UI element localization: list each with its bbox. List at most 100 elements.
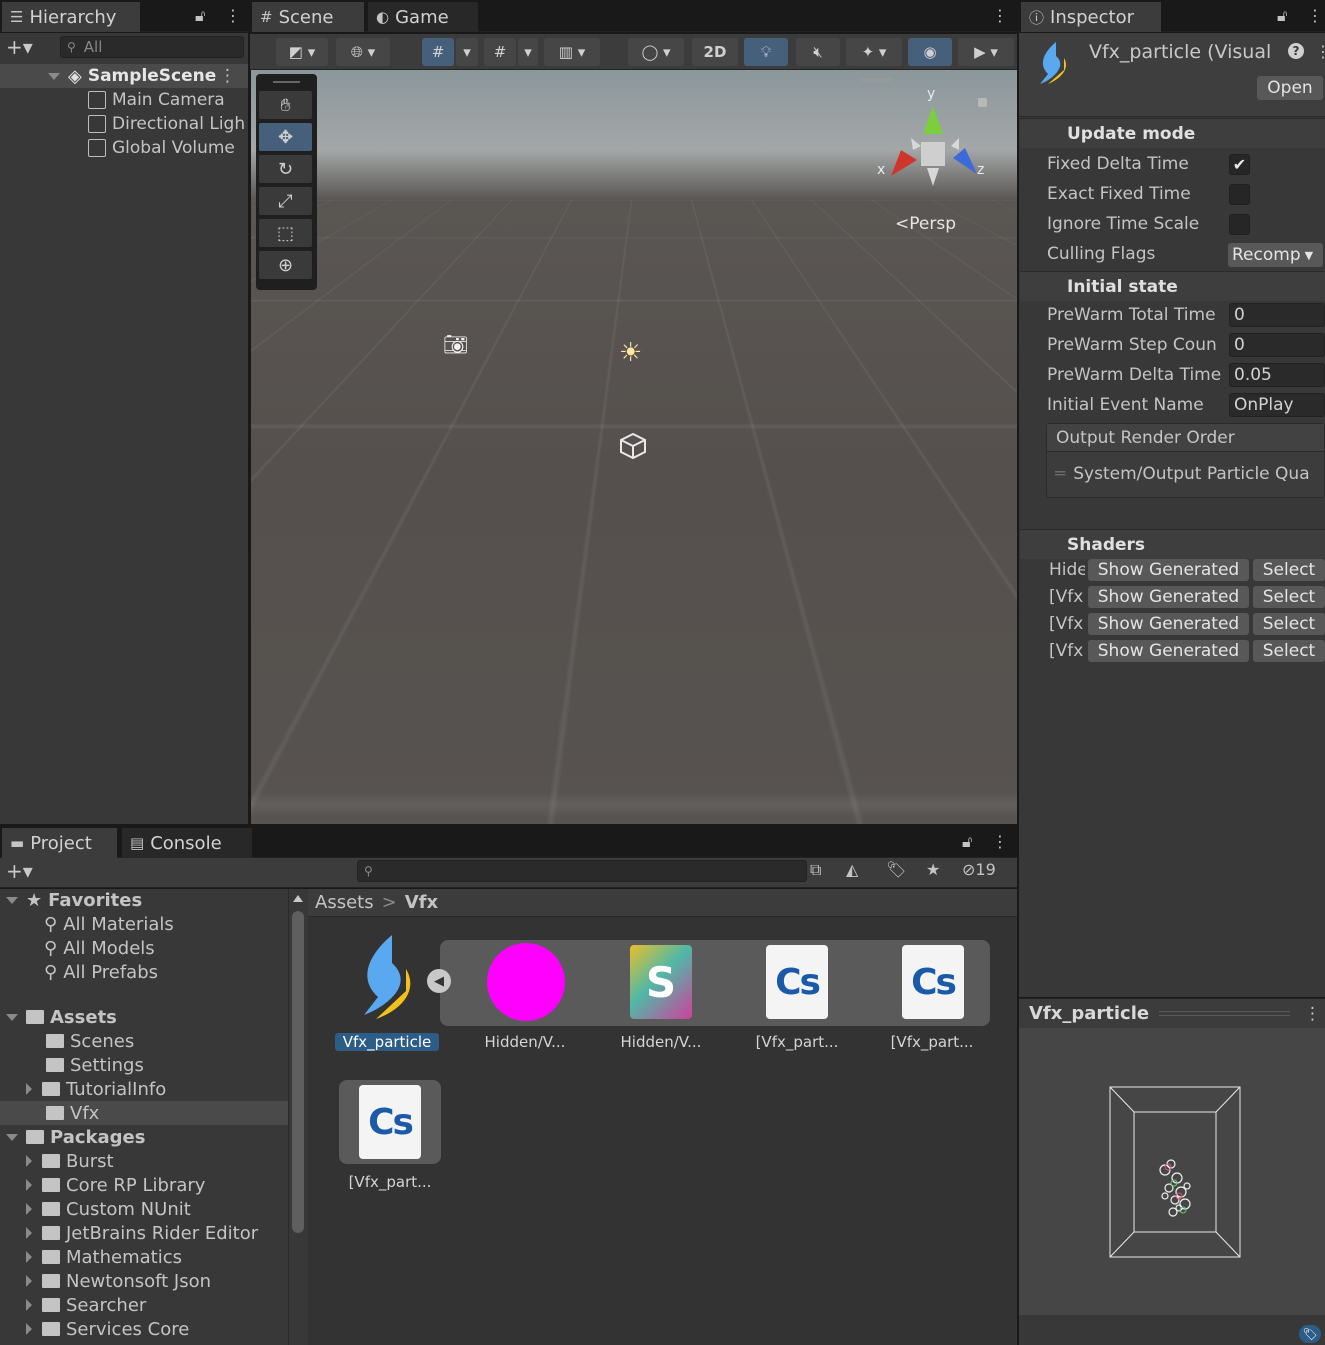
2d-toggle-button[interactable]: 2D	[692, 38, 738, 66]
drag-handle-icon[interactable]: ═	[1055, 464, 1065, 484]
vfx-preview-viewport[interactable]	[1019, 1028, 1325, 1315]
create-dropdown-button[interactable]: +▾	[6, 859, 33, 883]
snap-dropdown-icon[interactable]: ▾	[518, 38, 538, 66]
overlay-drag-handle[interactable]	[861, 78, 891, 82]
project-search-input[interactable]: ⚲	[357, 860, 807, 882]
scene-row[interactable]: ◈ SampleScene ⋮	[0, 64, 248, 88]
select-button[interactable]: Select	[1253, 586, 1325, 608]
ignore-time-scale-checkbox[interactable]	[1229, 214, 1250, 235]
more-menu-icon[interactable]: ⋮	[992, 832, 1008, 851]
package-services-core[interactable]: Services Core	[0, 1317, 288, 1341]
scroll-up-icon[interactable]	[293, 895, 303, 902]
packages-group[interactable]: Packages	[0, 1125, 288, 1149]
panel-splitter[interactable]	[248, 0, 250, 826]
material-preview-icon[interactable]	[487, 943, 565, 1021]
asset-label[interactable]: [Vfx_part...	[742, 1033, 852, 1051]
tab-inspector[interactable]: ⓘ Inspector	[1021, 2, 1161, 32]
section-update-mode[interactable]: Update mode	[1020, 118, 1325, 148]
visibility-toggle-icon[interactable]: ◉	[908, 38, 952, 66]
prewarm-total-time-field[interactable]: 0	[1229, 303, 1325, 327]
scene-menu-icon[interactable]: ⋮	[219, 66, 236, 86]
show-generated-button[interactable]: Show Generated	[1088, 640, 1249, 662]
tab-project[interactable]: ▬ Project	[2, 828, 117, 858]
tools-drag-handle[interactable]	[273, 81, 300, 91]
assets-group[interactable]: Assets	[0, 1005, 288, 1029]
package-newtonsoft-json[interactable]: Newtonsoft Json	[0, 1269, 288, 1293]
asset-label-selected[interactable]: Vfx_particle	[335, 1033, 439, 1051]
help-icon[interactable]: ?	[1288, 43, 1304, 59]
asset-label[interactable]: Hidden/V...	[470, 1033, 580, 1051]
fixed-delta-time-checkbox[interactable]: ✔	[1229, 154, 1250, 175]
hierarchy-item-main-camera[interactable]: Main Camera	[0, 88, 248, 112]
lock-icon[interactable]: 🔓︎	[1277, 6, 1287, 26]
panel-splitter[interactable]	[1017, 0, 1019, 1345]
orientation-gizmo[interactable]	[871, 86, 991, 206]
hidden-packages-toggle[interactable]: ⊘19	[962, 860, 996, 879]
effects-dropdown[interactable]: ✦ ▾	[846, 38, 902, 66]
culling-flags-dropdown[interactable]: Recomp ▼	[1228, 243, 1323, 267]
favorite-item-all-materials[interactable]: ⚲ All Materials	[0, 912, 288, 936]
section-initial-state[interactable]: Initial state	[1020, 271, 1325, 301]
tab-console[interactable]: ▤ Console	[122, 828, 252, 858]
package-custom-nunit[interactable]: Custom NUnit	[0, 1197, 288, 1221]
exact-fixed-time-checkbox[interactable]	[1229, 184, 1250, 205]
scale-tool-icon[interactable]: ⤢	[259, 187, 312, 215]
grid-snap-dropdown-icon[interactable]: ▾	[456, 38, 478, 66]
lock-icon[interactable]: 🔓︎	[962, 832, 972, 852]
tab-scene[interactable]: # Scene	[252, 2, 364, 32]
grid-snap-button[interactable]: #	[422, 38, 454, 66]
initial-event-name-field[interactable]: OnPlay	[1229, 393, 1325, 417]
filter-by-label-icon[interactable]: 🏷︎	[886, 860, 906, 879]
asset-label[interactable]: [Vfx_part...	[335, 1173, 445, 1191]
show-generated-button[interactable]: Show Generated	[1088, 586, 1249, 608]
transform-tool-icon[interactable]: ⊕	[259, 251, 312, 279]
output-render-order-item[interactable]: ═ System/Output Particle Qua	[1047, 452, 1324, 496]
tree-scrollbar[interactable]	[288, 889, 308, 1345]
hand-tool-icon[interactable]: ✋︎	[259, 91, 312, 119]
tab-hierarchy[interactable]: ☰ Hierarchy	[2, 2, 140, 32]
lock-icon[interactable]: 🔓︎	[195, 6, 205, 26]
breadcrumb-vfx[interactable]: Vfx	[405, 892, 438, 913]
show-generated-button[interactable]: Show Generated	[1088, 559, 1249, 581]
select-button[interactable]: Select	[1253, 640, 1325, 662]
shading-mode-dropdown[interactable]: ◯ ▾	[628, 38, 684, 66]
prewarm-delta-time-field[interactable]: 0.05	[1229, 363, 1325, 387]
favorite-item-all-models[interactable]: ⚲ All Models	[0, 936, 288, 960]
favorite-item-all-prefabs[interactable]: ⚲ All Prefabs	[0, 960, 288, 984]
csharp-script-icon[interactable]: Cs	[902, 945, 964, 1019]
global-volume-cube-icon[interactable]	[619, 432, 647, 460]
favorites-star-icon[interactable]: ★	[926, 860, 940, 879]
csharp-script-icon[interactable]: Cs	[766, 945, 828, 1019]
persp-label[interactable]: <Persp	[895, 214, 956, 234]
show-generated-button[interactable]: Show Generated	[1088, 613, 1249, 635]
camera-gizmo-icon[interactable]: 📷︎	[443, 332, 468, 356]
folder-tutorialinfo[interactable]: TutorialInfo	[0, 1077, 288, 1101]
csharp-script-icon[interactable]: Cs	[359, 1085, 421, 1159]
collapse-subassets-icon[interactable]: ◀	[427, 969, 451, 993]
asset-label[interactable]: [Vfx_part...	[877, 1033, 987, 1051]
audio-toggle-icon[interactable]: 🔇︎	[796, 38, 840, 66]
select-button[interactable]: Select	[1253, 559, 1325, 581]
folder-settings[interactable]: Settings	[0, 1053, 288, 1077]
global-orientation-dropdown[interactable]: 🌐︎ ▾	[336, 38, 390, 66]
move-tool-icon[interactable]: ✥	[259, 123, 312, 151]
add-dropdown-button[interactable]: +▾	[6, 35, 33, 59]
scene-viewport[interactable]: 📷︎ ☀ y x z <Persp	[251, 70, 1017, 824]
package-searcher[interactable]: Searcher	[0, 1293, 288, 1317]
open-button[interactable]: Open	[1257, 76, 1323, 100]
prewarm-step-count-field[interactable]: 0	[1229, 333, 1325, 357]
preview-menu-icon[interactable]: ⋮	[1304, 1004, 1321, 1024]
folder-vfx[interactable]: Vfx	[0, 1101, 288, 1125]
favorites-group[interactable]: ★ Favorites	[0, 888, 288, 912]
rect-tool-icon[interactable]: ⬚	[259, 219, 312, 247]
package-mathematics[interactable]: Mathematics	[0, 1245, 288, 1269]
search-scope-icon[interactable]: ⧉	[810, 860, 821, 880]
shader-asset-icon[interactable]: S	[630, 945, 692, 1019]
vfx-graph-asset-icon[interactable]	[354, 933, 424, 1025]
draw-mode-dropdown[interactable]: ◩ ▾	[276, 38, 328, 66]
hierarchy-item-directional-light[interactable]: Directional Ligh	[0, 112, 248, 136]
tab-game[interactable]: ◐ Game	[368, 2, 478, 32]
preview-drag-handle[interactable]	[1159, 1011, 1290, 1016]
camera-dropdown[interactable]: ▶ ▾	[958, 38, 1014, 66]
rotate-tool-icon[interactable]: ↻	[259, 155, 312, 183]
